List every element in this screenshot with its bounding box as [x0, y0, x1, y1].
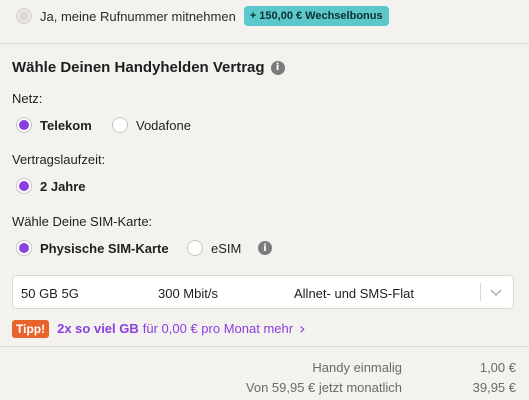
chevron-down-icon [490, 289, 502, 297]
tariff-data-volume: 50 GB 5G [21, 286, 79, 301]
radio-physical-sim[interactable] [16, 240, 32, 256]
laufzeit-option-2-jahre[interactable]: 2 Jahre [16, 178, 86, 194]
porting-checkbox[interactable] [16, 8, 32, 24]
porting-label: Ja, meine Rufnummer mitnehmen [40, 8, 236, 24]
porting-option[interactable]: Ja, meine Rufnummer mitnehmen + 150,00 €… [16, 6, 389, 26]
esim-info-icon[interactable]: i [258, 241, 272, 255]
summary-row: Handy einmalig 1,00 € [0, 360, 529, 378]
summary-label: Handy einmalig [312, 360, 402, 375]
tariff-flat: Allnet- und SMS-Flat [294, 286, 414, 301]
netz-option-label: Vodafone [136, 117, 191, 133]
radio-2-jahre[interactable] [16, 178, 32, 194]
select-divider [480, 283, 481, 301]
tariff-select[interactable]: 50 GB 5G 300 Mbit/s Allnet- und SMS-Flat [12, 275, 514, 309]
radio-telekom[interactable] [16, 117, 32, 133]
netz-option-vodafone[interactable]: Vodafone [112, 117, 191, 133]
tip-highlight: 2x so viel GB [57, 321, 139, 336]
radio-vodafone[interactable] [112, 117, 128, 133]
radio-esim[interactable] [187, 240, 203, 256]
tip-badge: Tipp! [12, 319, 50, 338]
sim-option-physical[interactable]: Physische SIM-Karte [16, 240, 169, 256]
summary-divider [0, 346, 529, 347]
wechselbonus-badge: + 150,00 € Wechselbonus [243, 6, 389, 26]
sim-label: Wähle Deine SIM-Karte: [12, 214, 153, 229]
netz-label: Netz: [12, 91, 43, 106]
netz-option-telekom[interactable]: Telekom [16, 117, 92, 133]
summary-value: 1,00 € [479, 360, 516, 375]
info-icon[interactable]: i [270, 60, 285, 75]
top-divider [0, 43, 529, 44]
summary-row: Von 59,95 € jetzt monatlich 39,95 € [0, 380, 529, 398]
sim-option-label: eSIM [211, 240, 242, 256]
sim-option-label: Physische SIM-Karte [40, 240, 169, 256]
laufzeit-label: Vertragslaufzeit: [12, 152, 106, 167]
tip-text: für 0,00 € pro Monat mehr [142, 321, 294, 336]
tip-row[interactable]: Tipp! 2x so viel GB für 0,00 € pro Monat… [12, 319, 305, 338]
summary-value: 39,95 € [472, 380, 516, 395]
chevron-right-icon: › [299, 319, 306, 338]
section-title: Wähle Deinen Handyhelden Vertrag [12, 59, 265, 76]
sim-option-esim[interactable]: eSIM [187, 240, 241, 256]
summary-label: Von 59,95 € jetzt monatlich [245, 380, 402, 395]
laufzeit-option-label: 2 Jahre [40, 178, 86, 194]
netz-option-label: Telekom [40, 117, 92, 133]
tariff-speed: 300 Mbit/s [158, 286, 218, 301]
